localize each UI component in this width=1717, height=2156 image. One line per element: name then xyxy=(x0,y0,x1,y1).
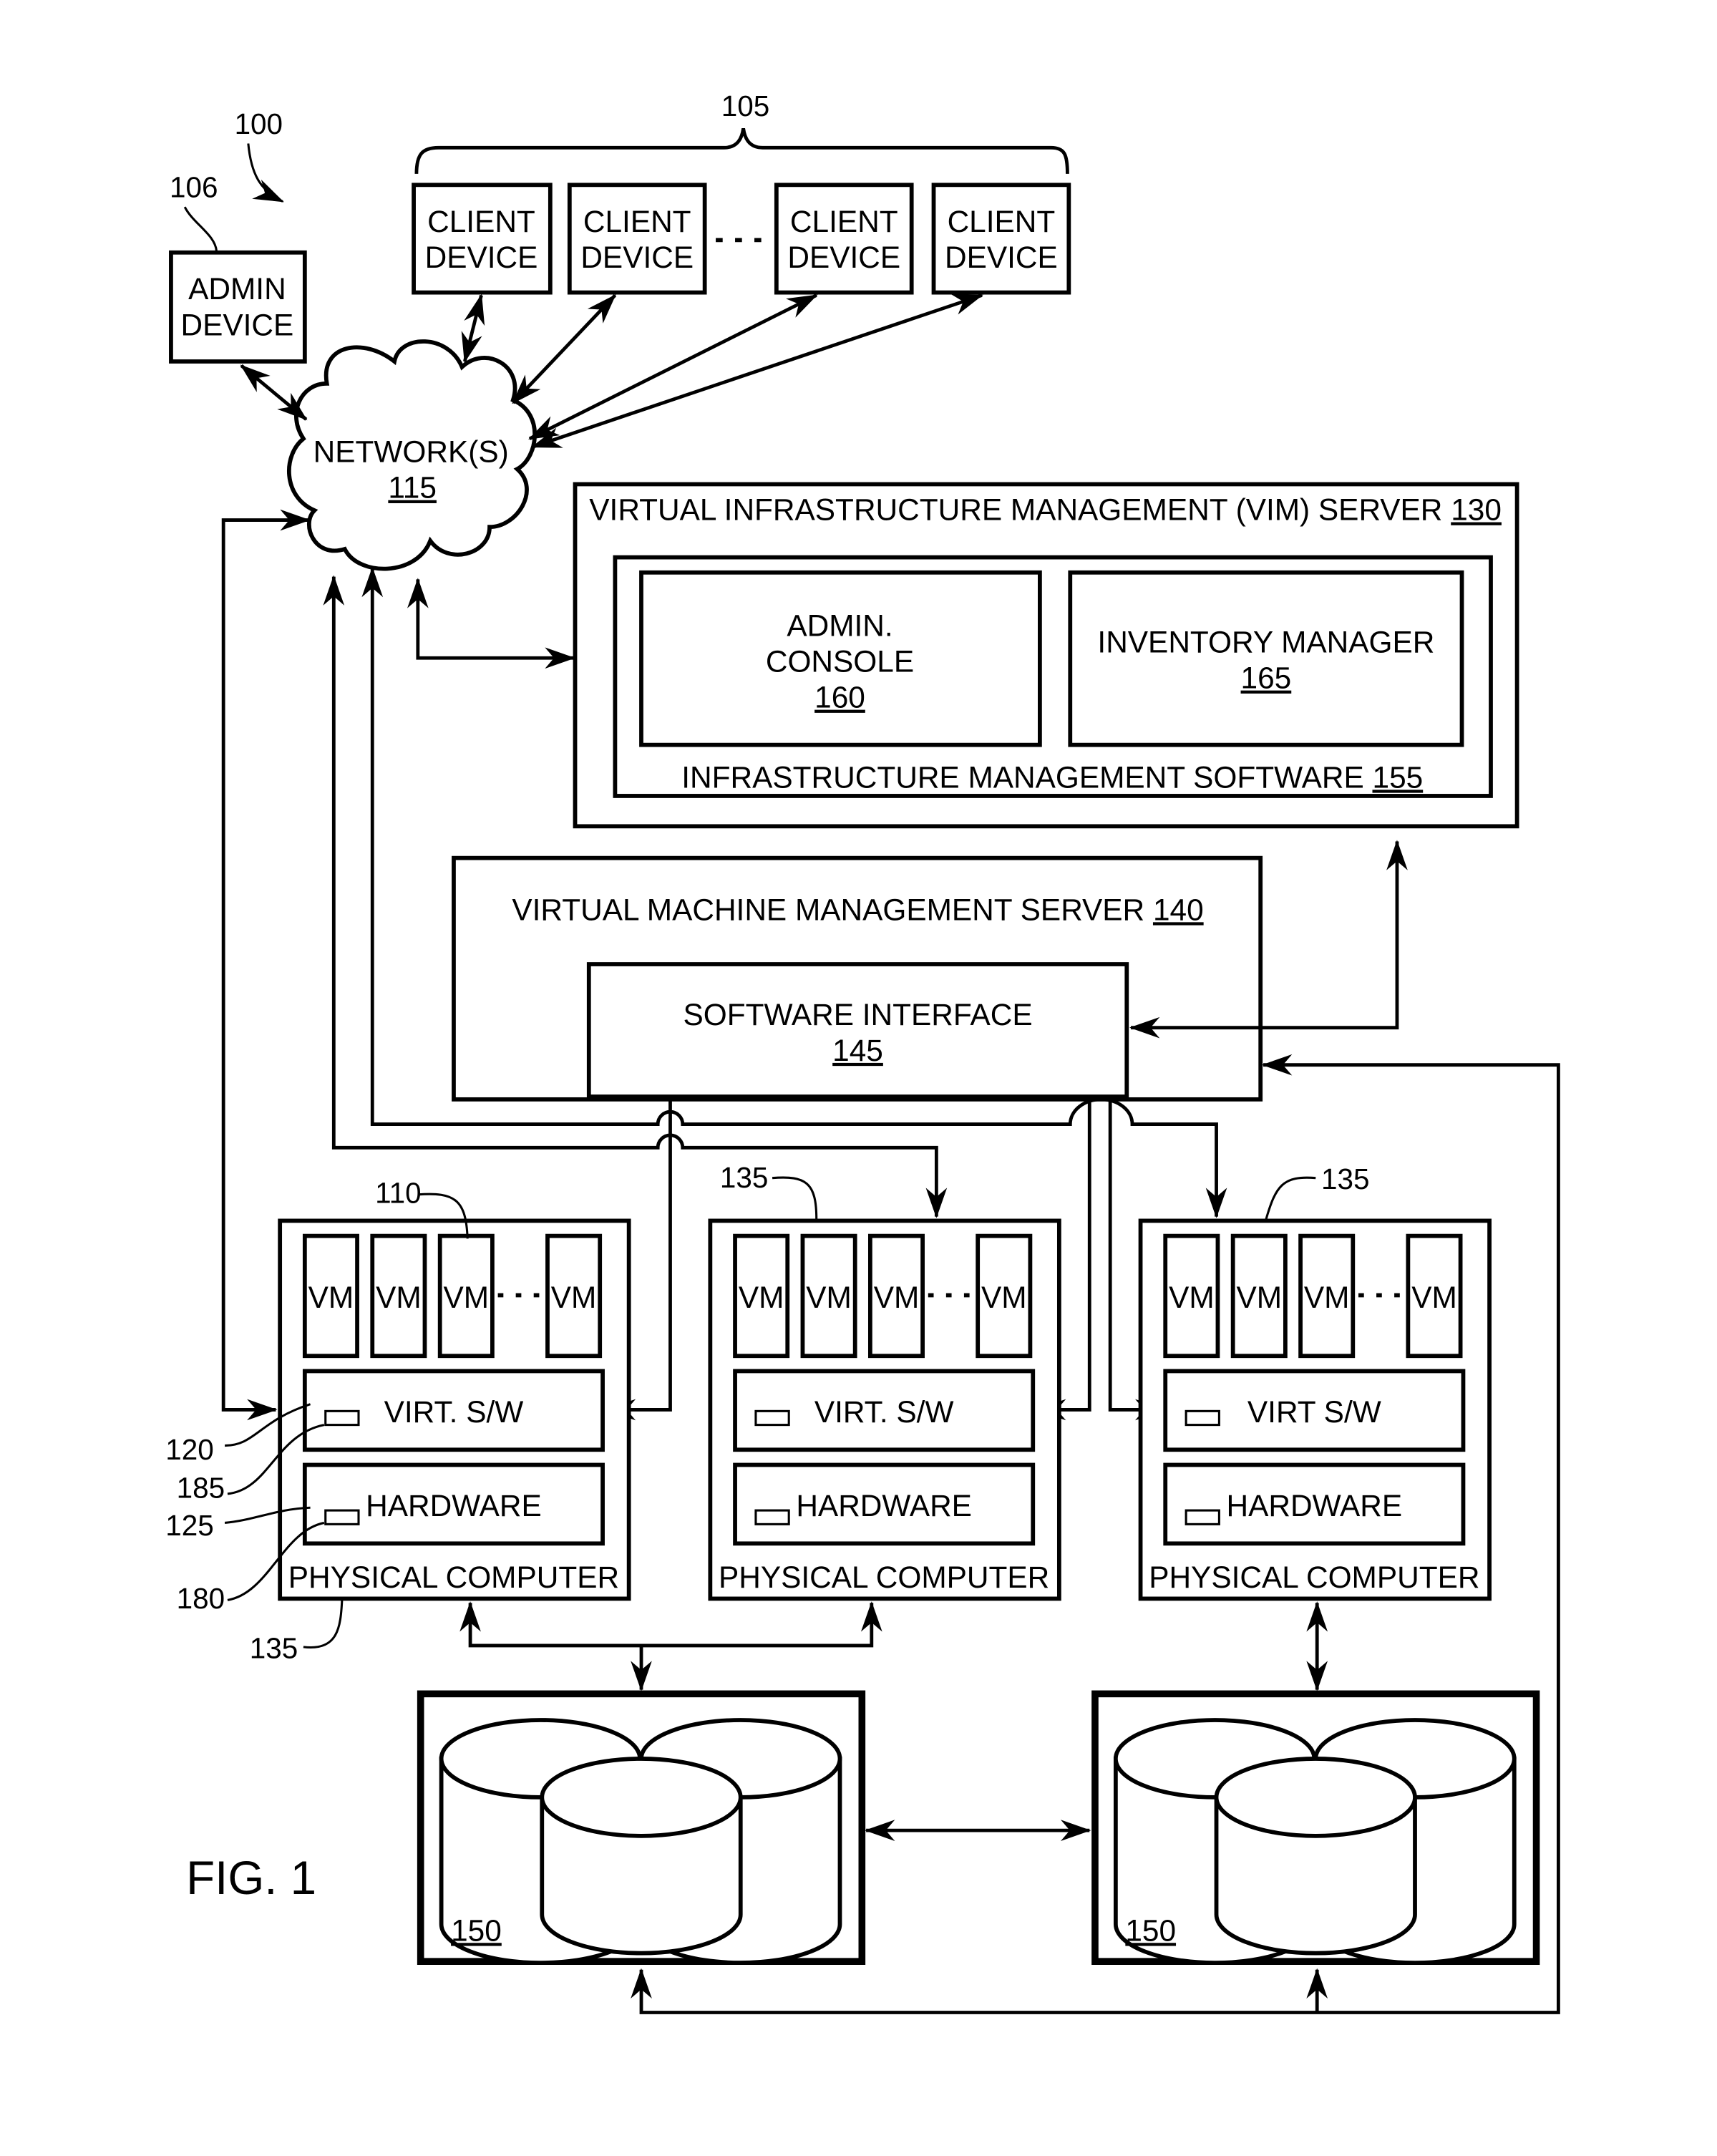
svg-text:CLIENT: CLIENT xyxy=(583,205,691,238)
vm-label: VM xyxy=(1169,1281,1215,1314)
virt-sw-label: VIRT. S/W xyxy=(814,1395,954,1429)
infrastructure-software-label: INFRASTRUCTURE MANAGEMENT SOFTWARE 155 xyxy=(681,760,1423,794)
vim-server: VIRTUAL INFRASTRUCTURE MANAGEMENT (VIM) … xyxy=(573,482,1519,829)
vm-label: VM xyxy=(981,1281,1027,1314)
svg-text:135: 135 xyxy=(250,1631,298,1664)
svg-text:110: 110 xyxy=(375,1176,422,1209)
client-device-3: CLIENT DEVICE xyxy=(774,183,914,295)
hardware-label: HARDWARE xyxy=(796,1489,972,1523)
svg-text:ADMIN.: ADMIN. xyxy=(787,608,892,642)
svg-text:CLIENT: CLIENT xyxy=(948,205,1056,238)
virt-sw-label: VIRT S/W xyxy=(1247,1395,1381,1429)
virt-sw-label: VIRT. S/W xyxy=(384,1395,524,1429)
storage-150-left: 150 xyxy=(417,1690,866,1966)
system-reference: 100 xyxy=(235,107,284,203)
svg-text:160: 160 xyxy=(814,681,865,714)
storage-150-right: 150 xyxy=(1091,1690,1540,1966)
ref-106: 106 xyxy=(170,171,218,204)
software-interface-label: SOFTWARE INTERFACE xyxy=(683,998,1032,1031)
svg-text:165: 165 xyxy=(1241,661,1292,695)
hardware-label: HARDWARE xyxy=(1227,1489,1403,1523)
hardware-label: HARDWARE xyxy=(366,1489,542,1523)
vm-label: VM xyxy=(444,1281,490,1314)
vim-server-label: VIRTUAL INFRASTRUCTURE MANAGEMENT (VIM) … xyxy=(589,493,1502,527)
vm-label: VM xyxy=(551,1281,597,1314)
client-devices-bracket: 105 xyxy=(414,89,1069,174)
svg-text:125: 125 xyxy=(165,1509,214,1542)
software-interface-ref: 145 xyxy=(832,1034,883,1067)
vmm-server-label: VIRTUAL MACHINE MANAGEMENT SERVER 140 xyxy=(512,893,1203,926)
storage-ref: 150 xyxy=(451,1913,502,1947)
svg-text:CLIENT: CLIENT xyxy=(790,205,898,238)
ref-100: 100 xyxy=(235,107,283,140)
vm-label: VM xyxy=(308,1281,354,1314)
physical-computer-label: PHYSICAL COMPUTER xyxy=(1149,1560,1479,1594)
svg-text:DEVICE: DEVICE xyxy=(580,241,694,274)
admin-device-label-1: ADMIN xyxy=(188,272,286,306)
physical-computer-1: VM VM VM VM VIRT. S/W HARDWARE PHYSICAL COMPUT… xyxy=(278,1218,631,1601)
client-device-1: CLIENT DEVICE xyxy=(412,183,553,295)
client-device-4: CLIENT DEVICE xyxy=(931,183,1071,295)
vm-label: VM xyxy=(739,1281,784,1314)
vm-label: VM xyxy=(874,1281,920,1314)
svg-text:DEVICE: DEVICE xyxy=(425,241,538,274)
svg-text:INVENTORY MANAGER: INVENTORY MANAGER xyxy=(1097,626,1434,659)
physical-computer-3: VM VM VM VM VIRT S/W HARDWARE PHYSICAL COMPUTE… xyxy=(1138,1218,1492,1601)
storage-ref: 150 xyxy=(1125,1913,1176,1947)
network-label: NETWORK(S) xyxy=(313,435,509,469)
physical-computer-label: PHYSICAL COMPUTER xyxy=(288,1560,619,1594)
physical-computer-label: PHYSICAL COMPUTER xyxy=(719,1560,1049,1594)
admin-device: 106 ADMIN DEVICE xyxy=(169,171,307,364)
vmm-server: VIRTUAL MACHINE MANAGEMENT SERVER 140 SO… xyxy=(452,855,1263,1102)
svg-text:180: 180 xyxy=(177,1582,225,1615)
svg-text:CONSOLE: CONSOLE xyxy=(766,645,914,679)
svg-text:120: 120 xyxy=(165,1433,214,1466)
admin-console: ADMIN. CONSOLE 160 xyxy=(639,570,1042,747)
vm-label: VM xyxy=(376,1281,422,1314)
vm-label: VM xyxy=(1236,1281,1282,1314)
svg-text:135: 135 xyxy=(720,1161,768,1194)
vm-label: VM xyxy=(1411,1281,1457,1314)
physical-computer-2: VM VM VM VM VIRT. S/W HARDWARE PHYSICAL COMPUT… xyxy=(708,1218,1061,1601)
ref-105: 105 xyxy=(721,89,770,122)
figure-label: FIG. 1 xyxy=(186,1852,316,1904)
vm-label: VM xyxy=(806,1281,852,1314)
inventory-manager: INVENTORY MANAGER 165 xyxy=(1068,570,1464,747)
system-diagram: 100 105 106 ADMIN DEVICE CLIENT DEVICE C… xyxy=(165,89,1560,2014)
svg-text:185: 185 xyxy=(177,1472,225,1505)
network-cloud: NETWORK(S) 115 xyxy=(287,339,538,571)
svg-text:DEVICE: DEVICE xyxy=(787,241,900,274)
network-ref: 115 xyxy=(388,471,437,505)
svg-text:135: 135 xyxy=(1321,1162,1370,1195)
client-device-2: CLIENT DEVICE xyxy=(567,183,707,295)
vm-label: VM xyxy=(1304,1281,1350,1314)
svg-text:CLIENT: CLIENT xyxy=(427,205,535,238)
svg-text:DEVICE: DEVICE xyxy=(945,241,1058,274)
admin-device-label-2: DEVICE xyxy=(181,308,294,341)
